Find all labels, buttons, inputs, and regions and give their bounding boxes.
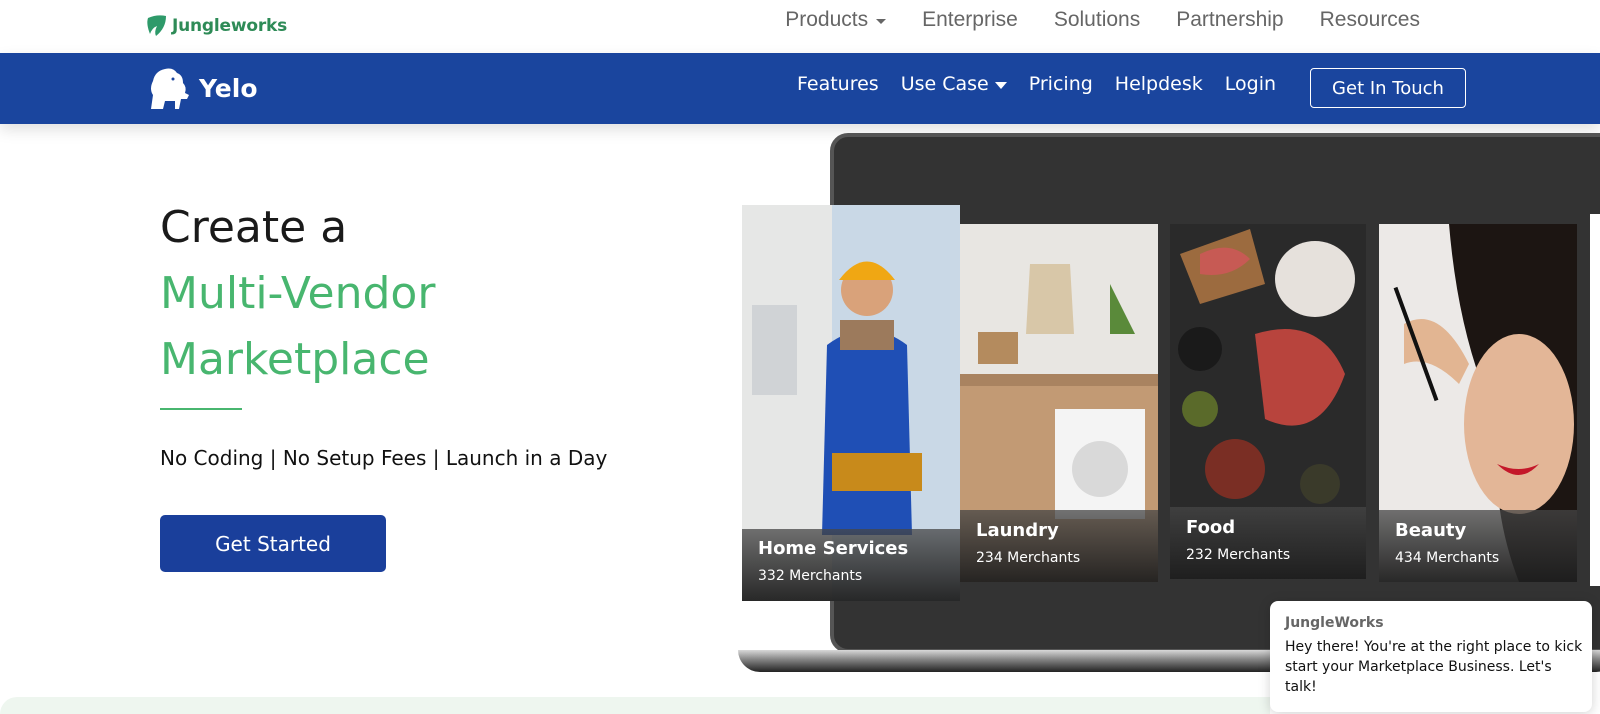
jungleworks-logo-text: Jungleworks <box>172 16 288 36</box>
nav-resources-label: Resources <box>1319 8 1420 31</box>
hero-heading-line2: Multi-Vendor <box>160 268 436 319</box>
nav-partnership[interactable]: Partnership <box>1176 8 1283 32</box>
category-card-food[interactable]: Food 232 Merchants <box>1170 224 1366 579</box>
nav-enterprise[interactable]: Enterprise <box>922 8 1018 32</box>
nav-resources[interactable]: Resources <box>1320 8 1420 32</box>
category-card-beauty[interactable]: Beauty 434 Merchants <box>1379 224 1577 582</box>
card-title: Home Services <box>758 538 909 559</box>
hero-divider <box>160 408 242 410</box>
yelo-nav-links: Features Use Case Pricing Helpdesk Login <box>797 73 1276 95</box>
nav-use-case[interactable]: Use Case <box>901 73 1007 95</box>
chevron-down-icon <box>876 19 887 24</box>
chevron-down-icon <box>994 82 1007 89</box>
nav-enterprise-label: Enterprise <box>922 8 1018 31</box>
card-merchant-count: 434 Merchants <box>1395 550 1500 566</box>
next-section-band <box>0 697 1270 714</box>
chat-message: Hey there! You're at the right place to … <box>1285 639 1583 695</box>
jungleworks-logo[interactable]: Jungleworks <box>146 14 287 38</box>
get-started-button[interactable]: Get Started <box>160 515 386 572</box>
nav-solutions-label: Solutions <box>1053 8 1141 31</box>
nav-solutions[interactable]: Solutions <box>1054 8 1140 32</box>
card-title: Laundry <box>976 520 1059 541</box>
hero-subtitle: No Coding | No Setup Fees | Launch in a … <box>160 446 608 470</box>
card-merchant-count: 232 Merchants <box>1186 547 1291 563</box>
nav-pricing[interactable]: Pricing <box>1029 73 1093 95</box>
jungleworks-topbar: Jungleworks Products Enterprise Solution… <box>0 0 1600 53</box>
chat-popup[interactable]: JungleWorks Hey there! You're at the rig… <box>1270 601 1592 712</box>
chat-sender: JungleWorks <box>1285 615 1384 631</box>
yelo-logo[interactable]: Yelo <box>143 65 258 111</box>
hero-heading-line1: Create a <box>160 202 348 253</box>
hero-heading-line3: Marketplace <box>160 334 430 385</box>
category-card-partial <box>1590 214 1600 586</box>
get-in-touch-button[interactable]: Get In Touch <box>1310 68 1466 108</box>
card-merchant-count: 332 Merchants <box>758 568 863 584</box>
card-title: Beauty <box>1395 520 1467 541</box>
card-title: Food <box>1186 517 1236 538</box>
nav-products[interactable]: Products <box>785 8 887 32</box>
nav-products-label: Products <box>785 8 869 31</box>
nav-login[interactable]: Login <box>1225 73 1276 95</box>
jungleworks-nav: Products Enterprise Solutions Partnershi… <box>785 8 1420 32</box>
yelo-logo-text: Yelo <box>199 73 258 103</box>
nav-partnership-label: Partnership <box>1176 8 1284 31</box>
nav-helpdesk[interactable]: Helpdesk <box>1115 73 1203 95</box>
category-card-home-services[interactable]: Home Services 332 Merchants <box>742 205 960 601</box>
card-merchant-count: 234 Merchants <box>976 550 1081 566</box>
lion-icon <box>151 68 189 109</box>
nav-features[interactable]: Features <box>797 73 879 95</box>
jungleworks-leaf-icon <box>147 15 166 37</box>
category-card-laundry[interactable]: Laundry 234 Merchants <box>960 224 1158 582</box>
nav-use-case-label: Use Case <box>900 73 989 95</box>
yelo-navbar: Yelo Features Use Case Pricing Helpdesk … <box>0 53 1600 124</box>
